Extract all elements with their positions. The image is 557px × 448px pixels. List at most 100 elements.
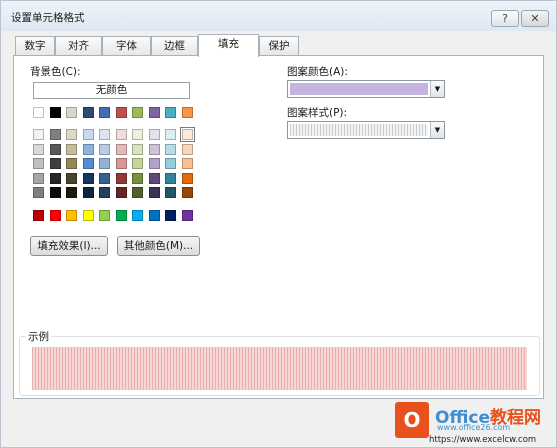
standard-color-swatch[interactable] (49, 210, 61, 221)
shade-color-swatch[interactable] (132, 172, 143, 184)
shade-color-swatch[interactable] (165, 158, 176, 169)
chevron-down-icon[interactable]: ▼ (430, 122, 444, 138)
theme-color-swatch[interactable] (148, 107, 160, 118)
sample-label: 示例 (26, 329, 51, 344)
shade-color-swatch[interactable] (165, 143, 176, 155)
tab-border[interactable]: 边框 (151, 36, 198, 56)
tab-alignment[interactable]: 对齐 (55, 36, 102, 56)
pattern-color-preview (290, 83, 428, 95)
shade-color-swatch[interactable] (99, 187, 110, 198)
fill-panel: 背景色(C): 无颜色 填充效果(I)... 其他颜色(M)... 图案颜色(A… (13, 55, 544, 399)
shade-color-swatch[interactable] (49, 129, 61, 140)
theme-color-swatch[interactable] (33, 107, 44, 118)
shade-color-swatch[interactable] (99, 143, 110, 155)
pattern-color-dropdown[interactable]: ▼ (287, 80, 445, 98)
shade-color-swatch[interactable] (115, 143, 127, 155)
shade-color-swatch[interactable] (66, 143, 77, 155)
shade-color-swatch[interactable] (148, 158, 160, 169)
shade-color-swatch[interactable] (132, 158, 143, 169)
tab-fill[interactable]: 填充 (198, 34, 259, 57)
fill-effects-button[interactable]: 填充效果(I)... (30, 236, 108, 256)
standard-color-swatch[interactable] (99, 210, 110, 221)
shade-color-swatch[interactable] (66, 187, 77, 198)
title-bar[interactable]: 设置单元格格式 ? ✕ (1, 1, 556, 31)
tab-font[interactable]: 字体 (102, 36, 151, 56)
theme-color-swatch[interactable] (99, 107, 110, 118)
help-button[interactable]: ? (491, 10, 519, 27)
no-color-button[interactable]: 无颜色 (33, 82, 190, 99)
shade-color-swatch[interactable] (99, 129, 110, 140)
theme-color-swatch[interactable] (49, 107, 61, 118)
theme-color-swatch[interactable] (181, 107, 193, 118)
shade-color-swatch[interactable] (66, 158, 77, 169)
shade-color-swatch[interactable] (132, 129, 143, 140)
shade-color-swatch[interactable] (33, 187, 44, 198)
shade-color-swatch[interactable] (115, 187, 127, 198)
shade-color-swatch[interactable] (66, 172, 77, 184)
close-button[interactable]: ✕ (521, 10, 549, 27)
shade-color-swatch[interactable] (132, 143, 143, 155)
standard-color-swatch[interactable] (33, 210, 44, 221)
site-watermark: O Office教程网 www.office26.com https://www… (389, 400, 557, 448)
more-colors-button[interactable]: 其他颜色(M)... (117, 236, 200, 256)
shade-color-swatch[interactable] (99, 172, 110, 184)
pattern-color-label: 图案颜色(A): (287, 66, 348, 78)
shade-color-swatch[interactable] (66, 129, 77, 140)
shade-color-swatch[interactable] (115, 158, 127, 169)
shade-color-swatch[interactable] (115, 172, 127, 184)
watermark-url: www.office26.com (437, 423, 511, 432)
pattern-style-label: 图案样式(P): (287, 107, 348, 119)
watermark-url-secondary: https://www.excelcw.com (429, 435, 537, 445)
shade-color-swatch[interactable] (33, 158, 44, 169)
shade-color-swatch[interactable] (179, 127, 195, 142)
shade-color-swatch[interactable] (181, 143, 193, 155)
pattern-style-dropdown[interactable]: ▼ (287, 121, 445, 139)
shade-color-swatch[interactable] (148, 187, 160, 198)
theme-color-swatch[interactable] (165, 107, 176, 118)
shade-color-swatch[interactable] (33, 129, 44, 140)
shade-color-swatch[interactable] (82, 172, 94, 184)
standard-color-swatch[interactable] (66, 210, 77, 221)
shade-color-swatch[interactable] (49, 172, 61, 184)
tab-number[interactable]: 数字 (15, 36, 55, 56)
standard-color-swatch[interactable] (115, 210, 127, 221)
shade-color-swatch[interactable] (49, 187, 61, 198)
shade-color-swatch[interactable] (165, 187, 176, 198)
sample-preview (32, 347, 527, 390)
theme-color-swatch[interactable] (66, 107, 77, 118)
shade-color-swatch[interactable] (148, 143, 160, 155)
shade-color-swatch[interactable] (181, 158, 193, 169)
dialog-title: 设置单元格格式 (11, 12, 85, 24)
shade-color-swatch[interactable] (115, 129, 127, 140)
pattern-style-preview (290, 124, 428, 136)
tab-protection[interactable]: 保护 (259, 36, 299, 56)
standard-color-swatch[interactable] (165, 210, 176, 221)
shade-color-swatch[interactable] (49, 143, 61, 155)
standard-color-swatch[interactable] (82, 210, 94, 221)
standard-color-swatch[interactable] (132, 210, 143, 221)
background-color-label: 背景色(C): (30, 66, 81, 78)
shade-color-swatch[interactable] (49, 158, 61, 169)
theme-color-swatch[interactable] (132, 107, 143, 118)
shade-color-swatch[interactable] (82, 129, 94, 140)
chevron-down-icon[interactable]: ▼ (430, 81, 444, 97)
shade-color-swatch[interactable] (99, 158, 110, 169)
shade-color-swatch[interactable] (148, 172, 160, 184)
shade-color-swatch[interactable] (181, 187, 193, 198)
shade-color-swatch[interactable] (82, 187, 94, 198)
shade-color-swatch[interactable] (82, 143, 94, 155)
shade-color-swatch[interactable] (165, 172, 176, 184)
shade-color-swatch[interactable] (181, 172, 193, 184)
theme-color-swatch[interactable] (82, 107, 94, 118)
format-cells-dialog: 设置单元格格式 ? ✕ 数字 对齐 字体 边框 填充 保护 背景色(C): 无颜… (0, 0, 557, 448)
shade-color-swatch[interactable] (82, 158, 94, 169)
shade-color-swatch[interactable] (165, 129, 176, 140)
shade-color-swatch[interactable] (33, 172, 44, 184)
shade-color-swatch[interactable] (132, 187, 143, 198)
standard-color-swatch[interactable] (148, 210, 160, 221)
standard-color-swatch[interactable] (181, 210, 193, 221)
office-logo-icon: O (395, 402, 429, 438)
shade-color-swatch[interactable] (33, 143, 44, 155)
shade-color-swatch[interactable] (148, 129, 160, 140)
theme-color-swatch[interactable] (115, 107, 127, 118)
